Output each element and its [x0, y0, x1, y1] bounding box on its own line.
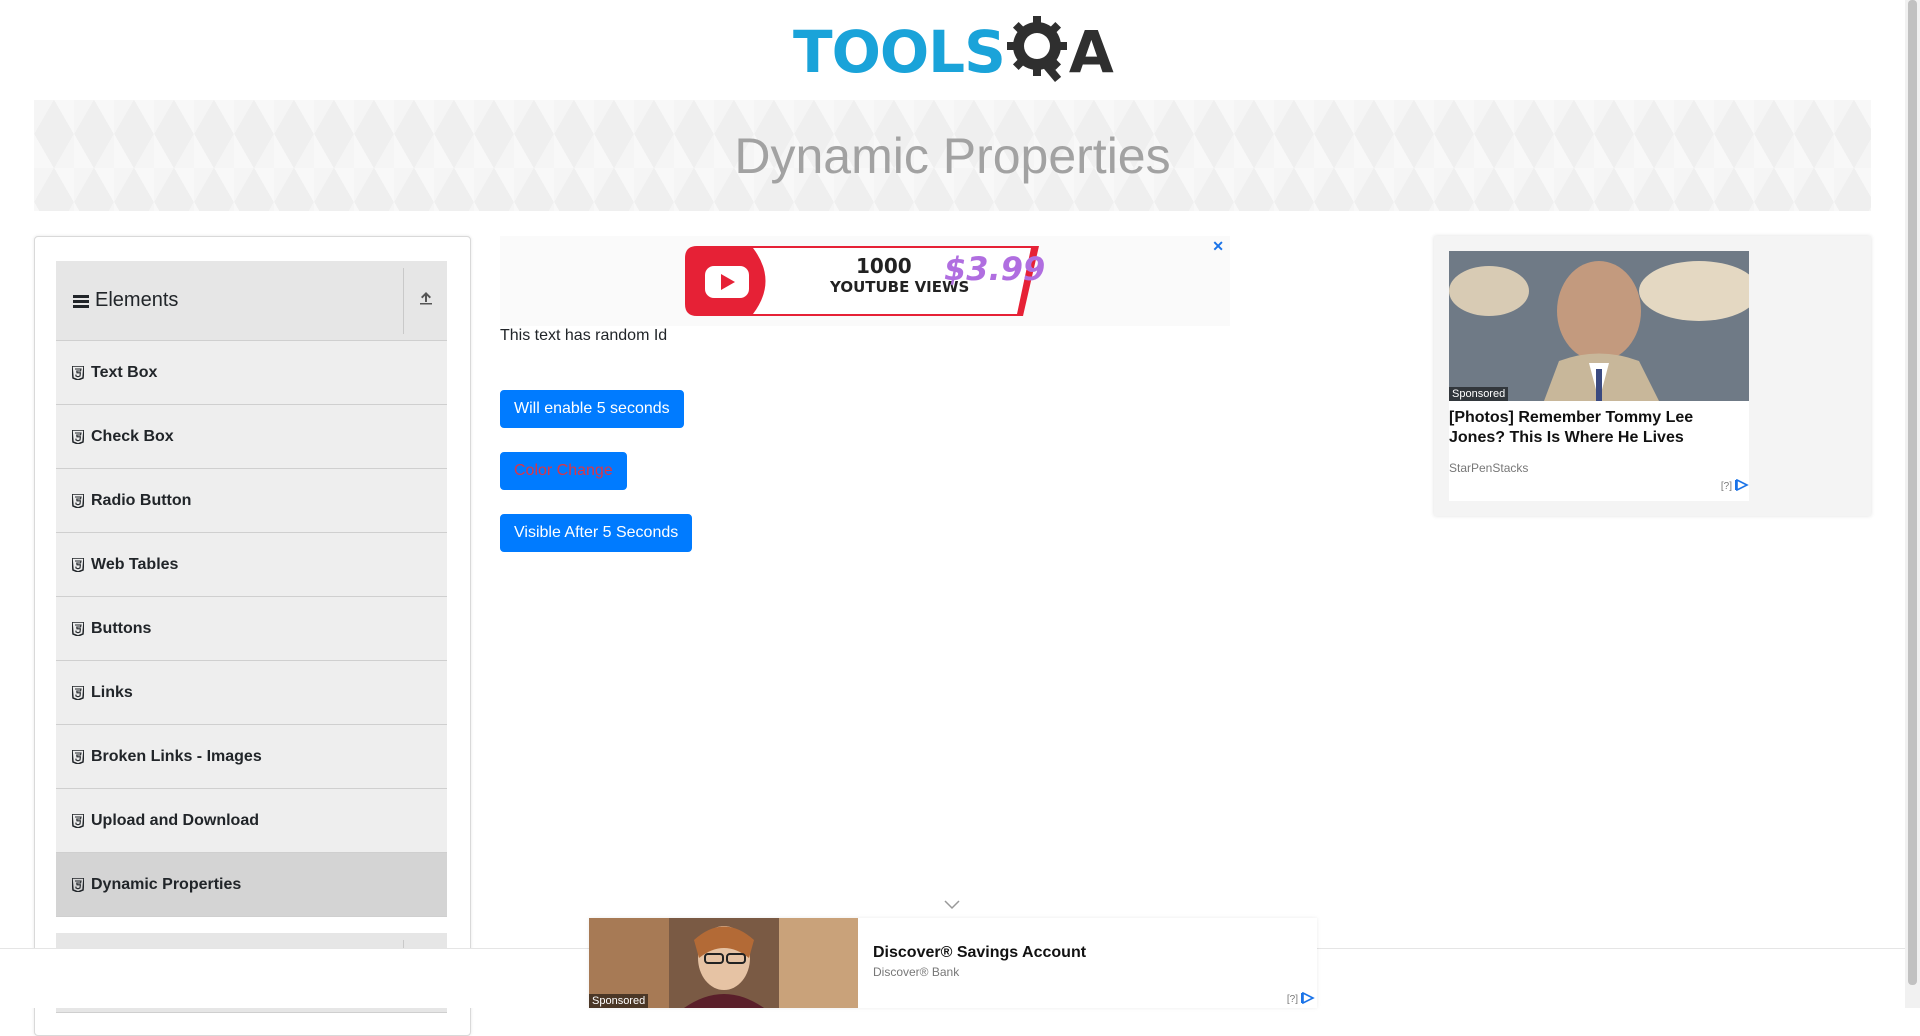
sidebar-item-check-box[interactable]: Check Box: [56, 405, 447, 469]
sidebar-item-label: Links: [91, 683, 133, 701]
sidebar-item-label: Buttons: [91, 619, 152, 637]
sponsored-label: Sponsored: [589, 994, 649, 1008]
ad-source[interactable]: StarPenStacks: [1449, 461, 1528, 475]
sidebar-item-links[interactable]: Links: [56, 661, 447, 725]
adchoices-icon: [1301, 991, 1315, 1007]
sidebar-item-label: Dynamic Properties: [91, 875, 242, 893]
bottom-sponsored-ad[interactable]: Sponsored Discover® Savings Account Disc…: [589, 918, 1317, 1008]
sidebar-item-radio-button[interactable]: Radio Button: [56, 469, 447, 533]
sidebar-item-dynamic-properties[interactable]: Dynamic Properties: [56, 853, 447, 917]
collapse-toggle[interactable]: [403, 267, 447, 334]
random-id-text: This text has random Id: [500, 327, 668, 344]
sidebar-item-label: Check Box: [91, 427, 174, 445]
sidebar-item-label: Text Box: [91, 363, 158, 381]
html5-icon: [72, 557, 84, 572]
bottom-ad-title[interactable]: Discover® Savings Account: [873, 944, 1086, 962]
sponsored-card[interactable]: Sponsored [Photos] Remember Tommy Lee Jo…: [1449, 251, 1749, 501]
right-sidebar-ad[interactable]: Sponsored [Photos] Remember Tommy Lee Jo…: [1434, 236, 1871, 516]
sidebar-item-broken-links-images[interactable]: Broken Links - Images: [56, 725, 447, 789]
bottom-ad-photo[interactable]: Sponsored: [589, 918, 858, 1008]
html5-icon: [72, 429, 84, 444]
ad-photo[interactable]: Sponsored: [1449, 251, 1749, 401]
ad-headline[interactable]: [Photos] Remember Tommy Lee Jones? This …: [1449, 408, 1749, 448]
top-ad-banner[interactable]: 1000 YOUTUBE VIEWS $3.99 ✕: [500, 236, 1230, 326]
sidebar-item-text-box[interactable]: Text Box: [56, 341, 447, 405]
sidebar-item-label: Web Tables: [91, 555, 179, 573]
sidebar-item-buttons[interactable]: Buttons: [56, 597, 447, 661]
upload-arrow-icon: [418, 290, 434, 311]
sponsored-label: Sponsored: [1449, 387, 1509, 401]
html5-icon: [72, 685, 84, 700]
color-change-button[interactable]: Color Change: [500, 452, 627, 490]
toolsqa-logo[interactable]: TOOLS A: [793, 14, 1115, 90]
html5-icon: [72, 365, 84, 380]
ad-choices-label: [?]: [1720, 481, 1732, 492]
sidebar-item-upload-and-download[interactable]: Upload and Download: [56, 789, 447, 853]
page-title: Dynamic Properties: [734, 127, 1171, 184]
visible-after-button[interactable]: Visible After 5 Seconds: [500, 514, 693, 552]
scrollbar-thumb[interactable]: [1908, 0, 1917, 985]
adchoices-icon: [1735, 478, 1749, 494]
html5-icon: [72, 877, 84, 892]
page-banner: Dynamic Properties: [34, 100, 1871, 211]
sidebar-item-web-tables[interactable]: Web Tables: [56, 533, 447, 597]
ad-close-icon[interactable]: ✕: [1212, 238, 1224, 255]
left-sidebar: Elements Text Box Check Box Radio Button…: [34, 236, 471, 1036]
logo-text: TOOLS: [793, 18, 1006, 86]
site-header: TOOLS A: [0, 0, 1905, 100]
sidebar-item-label: Radio Button: [91, 491, 192, 509]
ad-price: $3.99: [944, 250, 1046, 288]
html5-icon: [72, 493, 84, 508]
enable-after-button[interactable]: Will enable 5 seconds: [500, 390, 684, 428]
gear-magnifier-icon: [1006, 15, 1069, 89]
html5-icon: [72, 749, 84, 764]
elements-group-header[interactable]: Elements: [56, 261, 447, 341]
elements-menu: Text Box Check Box Radio Button Web Tabl…: [56, 341, 447, 917]
page-scrollbar[interactable]: [1905, 0, 1920, 1008]
ad-views-count: 1000: [856, 254, 912, 278]
hamburger-icon: [73, 293, 89, 309]
chevron-down-icon[interactable]: [943, 898, 961, 910]
bottom-ad-choices[interactable]: [?]: [1286, 991, 1315, 1007]
sidebar-item-label: Upload and Download: [91, 811, 259, 829]
ad-choices-label: [?]: [1286, 994, 1298, 1005]
html5-icon: [72, 813, 84, 828]
bottom-ad-source[interactable]: Discover® Bank: [873, 965, 959, 979]
sidebar-item-label: Broken Links - Images: [91, 747, 262, 765]
html5-icon: [72, 621, 84, 636]
logo-suffix: A: [1068, 18, 1114, 86]
group-title-label: Elements: [95, 289, 179, 311]
elements-group-title[interactable]: Elements: [56, 261, 403, 340]
ad-choices[interactable]: [?]: [1720, 478, 1749, 494]
